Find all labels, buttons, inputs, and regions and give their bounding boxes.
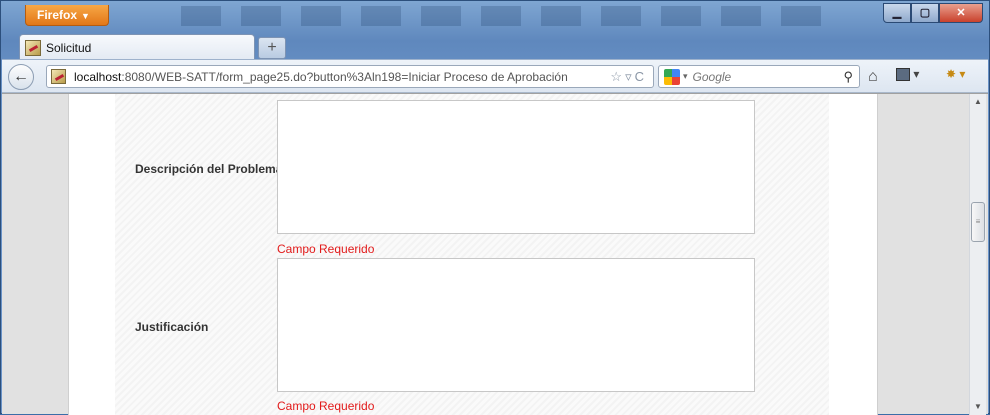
url-path: :8080/WEB-SATT/form_page25.do?button%3Al… xyxy=(121,69,568,84)
bookmarks-menu-button[interactable]: ▾ xyxy=(896,67,930,87)
justificacion-textarea[interactable] xyxy=(277,258,755,392)
justificacion-error: Campo Requerido xyxy=(277,399,375,413)
scroll-up-icon[interactable]: ▲ xyxy=(970,94,986,110)
scroll-down-icon[interactable]: ▼ xyxy=(970,399,986,415)
firefox-menu-button[interactable]: Firefox ▼ xyxy=(25,5,109,26)
descripcion-textarea[interactable] xyxy=(277,100,755,234)
url-bar[interactable]: localhost:8080/WEB-SATT/form_page25.do?b… xyxy=(46,65,654,88)
reload-icon[interactable]: C xyxy=(635,69,647,84)
search-placeholder: Google xyxy=(692,69,732,84)
tab-solicitud[interactable]: Solicitud xyxy=(19,34,255,60)
search-engine-dropdown-icon[interactable]: ▾ xyxy=(683,71,688,82)
page-content: Descripción del Problema Campo Requerido… xyxy=(68,94,878,415)
close-button[interactable]: ✕ xyxy=(939,3,983,23)
firefox-menu-label: Firefox xyxy=(37,8,78,22)
new-tab-button[interactable]: + xyxy=(258,37,286,59)
field-label-descripcion: Descripción del Problema xyxy=(135,162,283,176)
favicon-icon xyxy=(25,39,41,56)
google-logo-icon[interactable] xyxy=(664,68,680,85)
search-bar[interactable]: ▾ Google ⚲ xyxy=(658,65,860,88)
browser-window: Firefox ▼ ▁ ▢ ✕ Solicitud + ← localhost:8… xyxy=(0,0,990,415)
field-label-justificacion: Justificación xyxy=(135,320,209,334)
bookmarks-icon xyxy=(896,68,910,82)
site-favicon-icon xyxy=(51,69,66,84)
back-arrow-icon[interactable]: ← xyxy=(8,64,34,90)
solicitud-form: Descripción del Problema Campo Requerido… xyxy=(115,94,829,415)
navigation-bar: ← localhost:8080/WEB-SATT/form_page25.do… xyxy=(2,59,988,93)
magnifier-icon[interactable]: ⚲ xyxy=(843,69,853,85)
addon-icon[interactable]: ✸ ▾ xyxy=(946,67,965,81)
star-icon[interactable]: ☆ xyxy=(610,69,625,84)
minimize-button[interactable]: ▁ xyxy=(883,3,911,23)
descripcion-error: Campo Requerido xyxy=(277,242,375,256)
page-viewport: Descripción del Problema Campo Requerido… xyxy=(2,93,988,415)
url-host: localhost xyxy=(74,69,122,84)
home-icon[interactable]: ⌂ xyxy=(868,68,878,86)
window-controls: ▁ ▢ ✕ xyxy=(883,3,983,23)
vertical-scrollbar[interactable]: ▲ ≡ ▼ xyxy=(969,94,986,415)
tab-strip: Solicitud + xyxy=(19,33,286,60)
title-bar: Firefox ▼ ▁ ▢ ✕ xyxy=(1,1,989,31)
tab-title: Solicitud xyxy=(46,40,92,55)
url-actions: ☆▿C xyxy=(610,69,647,85)
dropdown-icon[interactable]: ▿ xyxy=(625,69,635,84)
chevron-down-icon: ▼ xyxy=(81,11,90,21)
scroll-thumb[interactable]: ≡ xyxy=(971,202,985,242)
title-bar-background xyxy=(181,6,821,26)
maximize-button[interactable]: ▢ xyxy=(911,3,939,23)
